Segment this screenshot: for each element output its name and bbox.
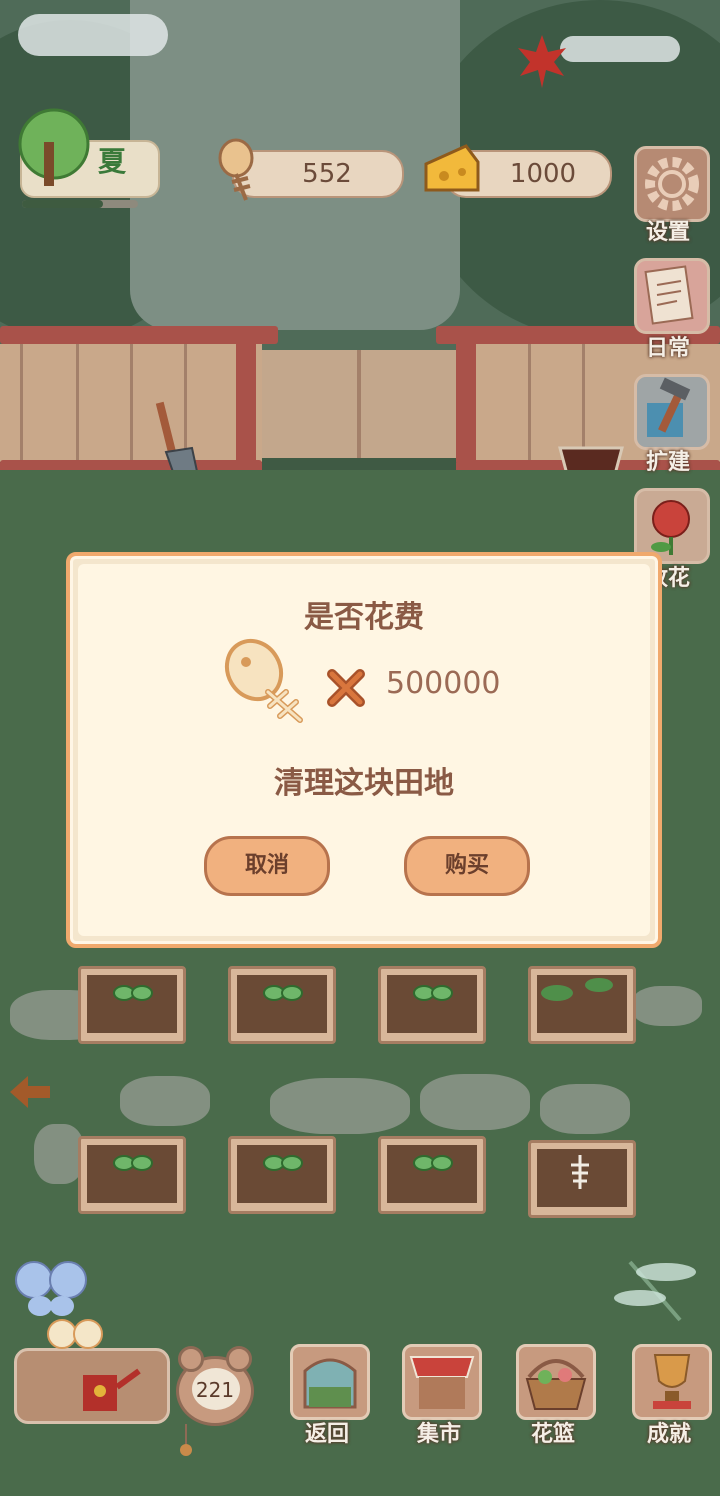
dialog-title: 是否花费: [304, 600, 424, 635]
clear-field-dialog: 是否花费 500000 清理这块田地 取消 购买: [66, 552, 662, 948]
cancel-button[interactable]: 取消: [204, 836, 330, 896]
cost-value: 500000: [386, 666, 501, 701]
multiply-icon: [327, 669, 365, 707]
dialog-message: 清理这块田地: [274, 766, 454, 801]
fishbone-icon: [224, 638, 303, 723]
buy-button[interactable]: 购买: [404, 836, 530, 896]
game-screen: 夏 552 1000 设置 日常 扩建 收花 221 返回 集市 花篮 成就 是…: [0, 0, 720, 1496]
